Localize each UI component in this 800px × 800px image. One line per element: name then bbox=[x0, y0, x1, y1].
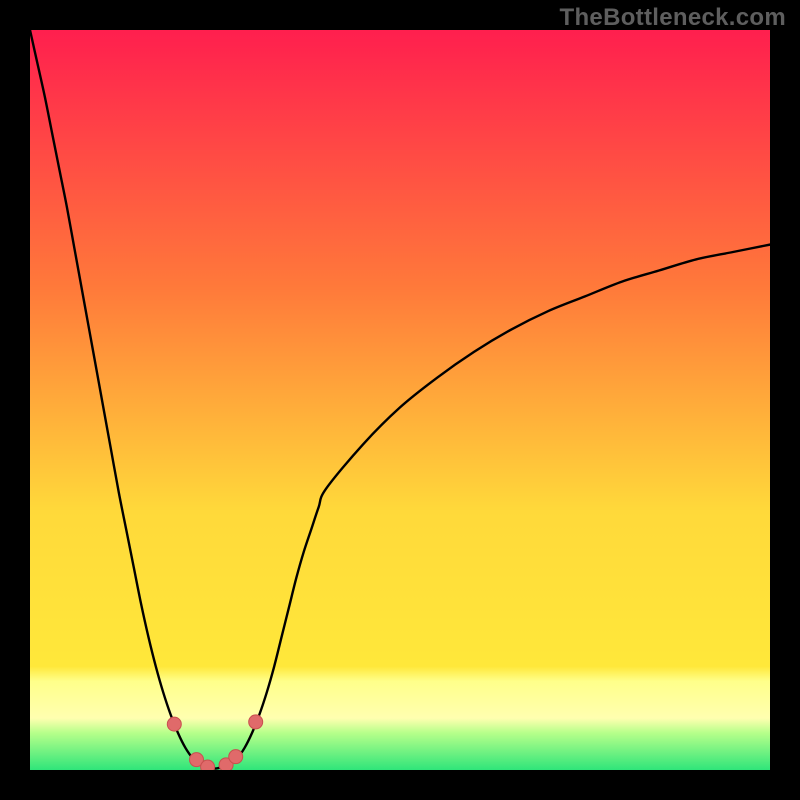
watermark-text: TheBottleneck.com bbox=[560, 4, 786, 32]
curve-marker bbox=[229, 750, 243, 764]
curve-marker bbox=[249, 715, 263, 729]
bottleneck-chart bbox=[30, 30, 770, 770]
chart-frame: TheBottleneck.com bbox=[0, 0, 800, 800]
gradient-background bbox=[30, 30, 770, 770]
plot-area bbox=[30, 30, 770, 770]
curve-marker bbox=[201, 760, 215, 770]
curve-marker bbox=[167, 717, 181, 731]
